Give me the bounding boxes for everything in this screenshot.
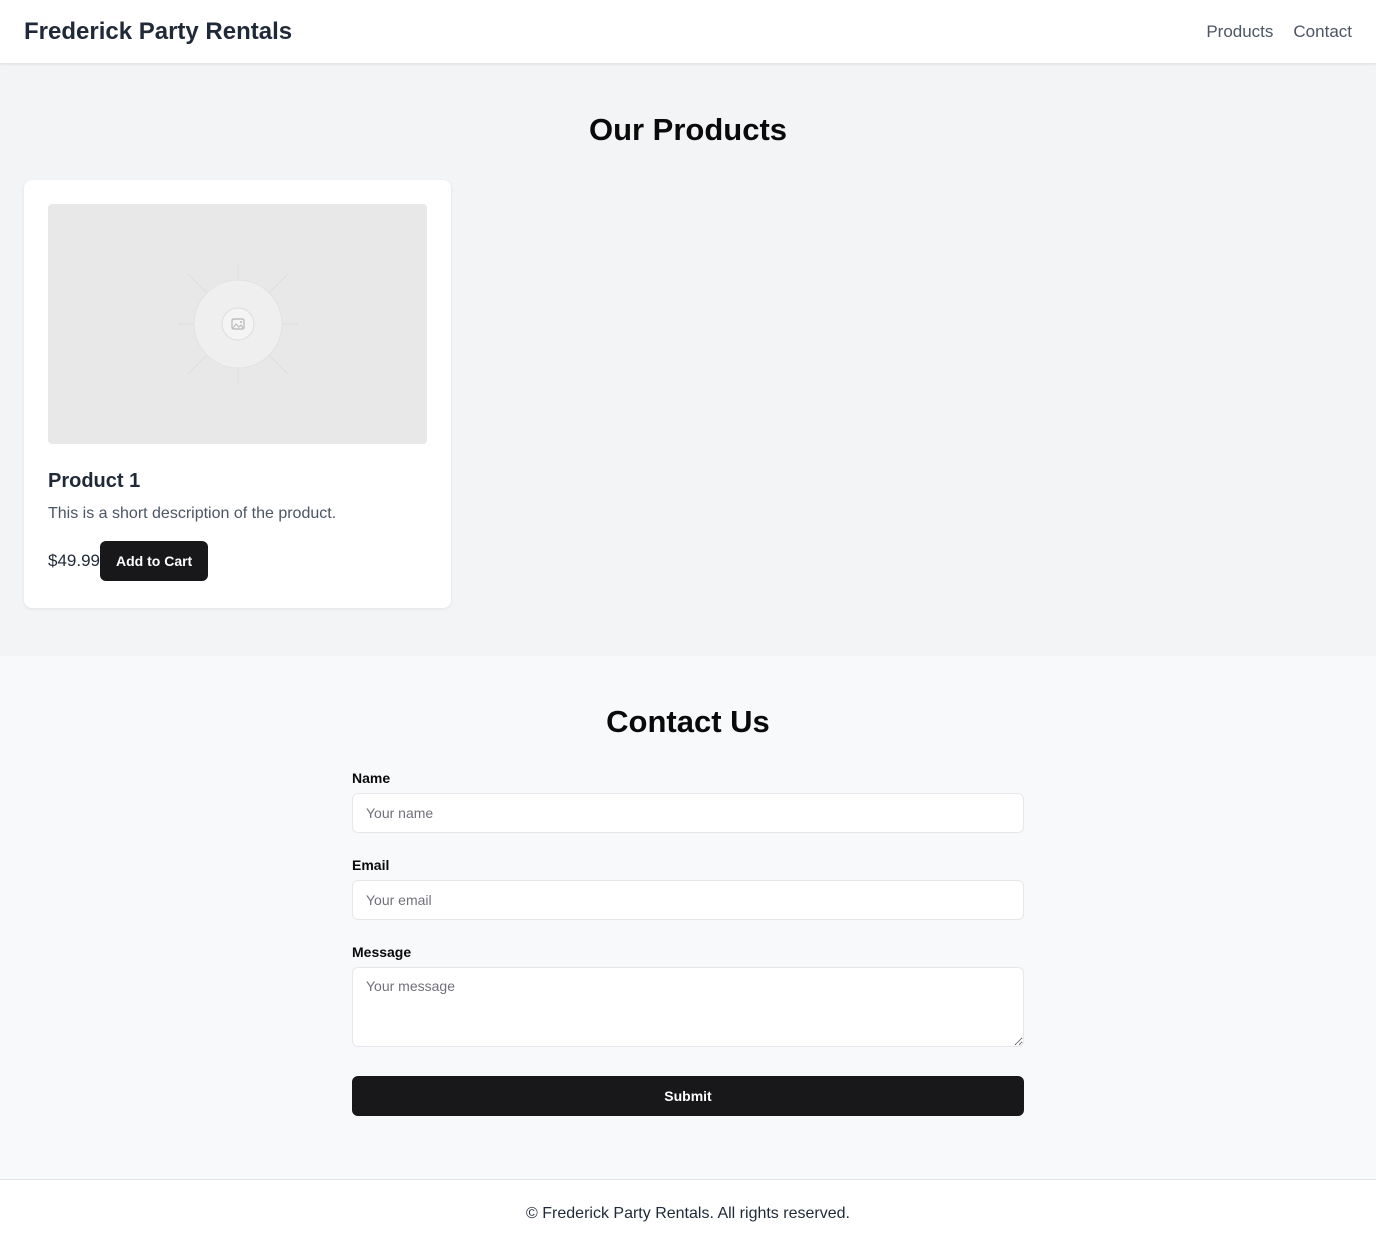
brand-logo[interactable]: Frederick Party Rentals — [24, 18, 292, 46]
name-input[interactable] — [352, 793, 1024, 833]
contact-section: Contact Us Name Email Message Submit — [0, 656, 1376, 1179]
contact-title: Contact Us — [606, 704, 770, 739]
main-nav: Products Contact — [1206, 22, 1352, 42]
product-footer: $49.99 Add to Cart — [48, 541, 427, 581]
name-label: Name — [352, 770, 391, 786]
name-field-group: Name — [352, 770, 1024, 833]
nav-products-link[interactable]: Products — [1206, 22, 1273, 42]
product-price: $49.99 — [48, 551, 100, 570]
product-name: Product 1 — [48, 470, 141, 492]
contact-form: Name Email Message Submit — [352, 770, 1024, 1116]
copyright-text: © Frederick Party Rentals. All rights re… — [526, 1205, 850, 1222]
email-input[interactable] — [352, 880, 1024, 920]
email-label: Email — [352, 857, 390, 873]
site-header: Frederick Party Rentals Products Contact — [0, 0, 1376, 64]
product-image — [48, 204, 427, 444]
message-textarea[interactable] — [352, 967, 1024, 1047]
image-placeholder-icon — [177, 264, 298, 384]
message-label: Message — [352, 944, 412, 960]
message-field-group: Message — [352, 944, 1024, 1052]
product-card: Product 1 This is a short description of… — [24, 180, 451, 608]
site-footer: © Frederick Party Rentals. All rights re… — [0, 1179, 1376, 1248]
product-grid: Product 1 This is a short description of… — [0, 180, 1376, 608]
email-field-group: Email — [352, 857, 1024, 920]
products-section: Our Products Product 1 This is a short d… — [0, 64, 1376, 656]
products-title: Our Products — [588, 112, 788, 147]
product-description: This is a short description of the produ… — [48, 505, 337, 522]
submit-button[interactable]: Submit — [352, 1076, 1024, 1116]
nav-contact-link[interactable]: Contact — [1293, 22, 1352, 42]
add-to-cart-button[interactable]: Add to Cart — [100, 541, 209, 581]
